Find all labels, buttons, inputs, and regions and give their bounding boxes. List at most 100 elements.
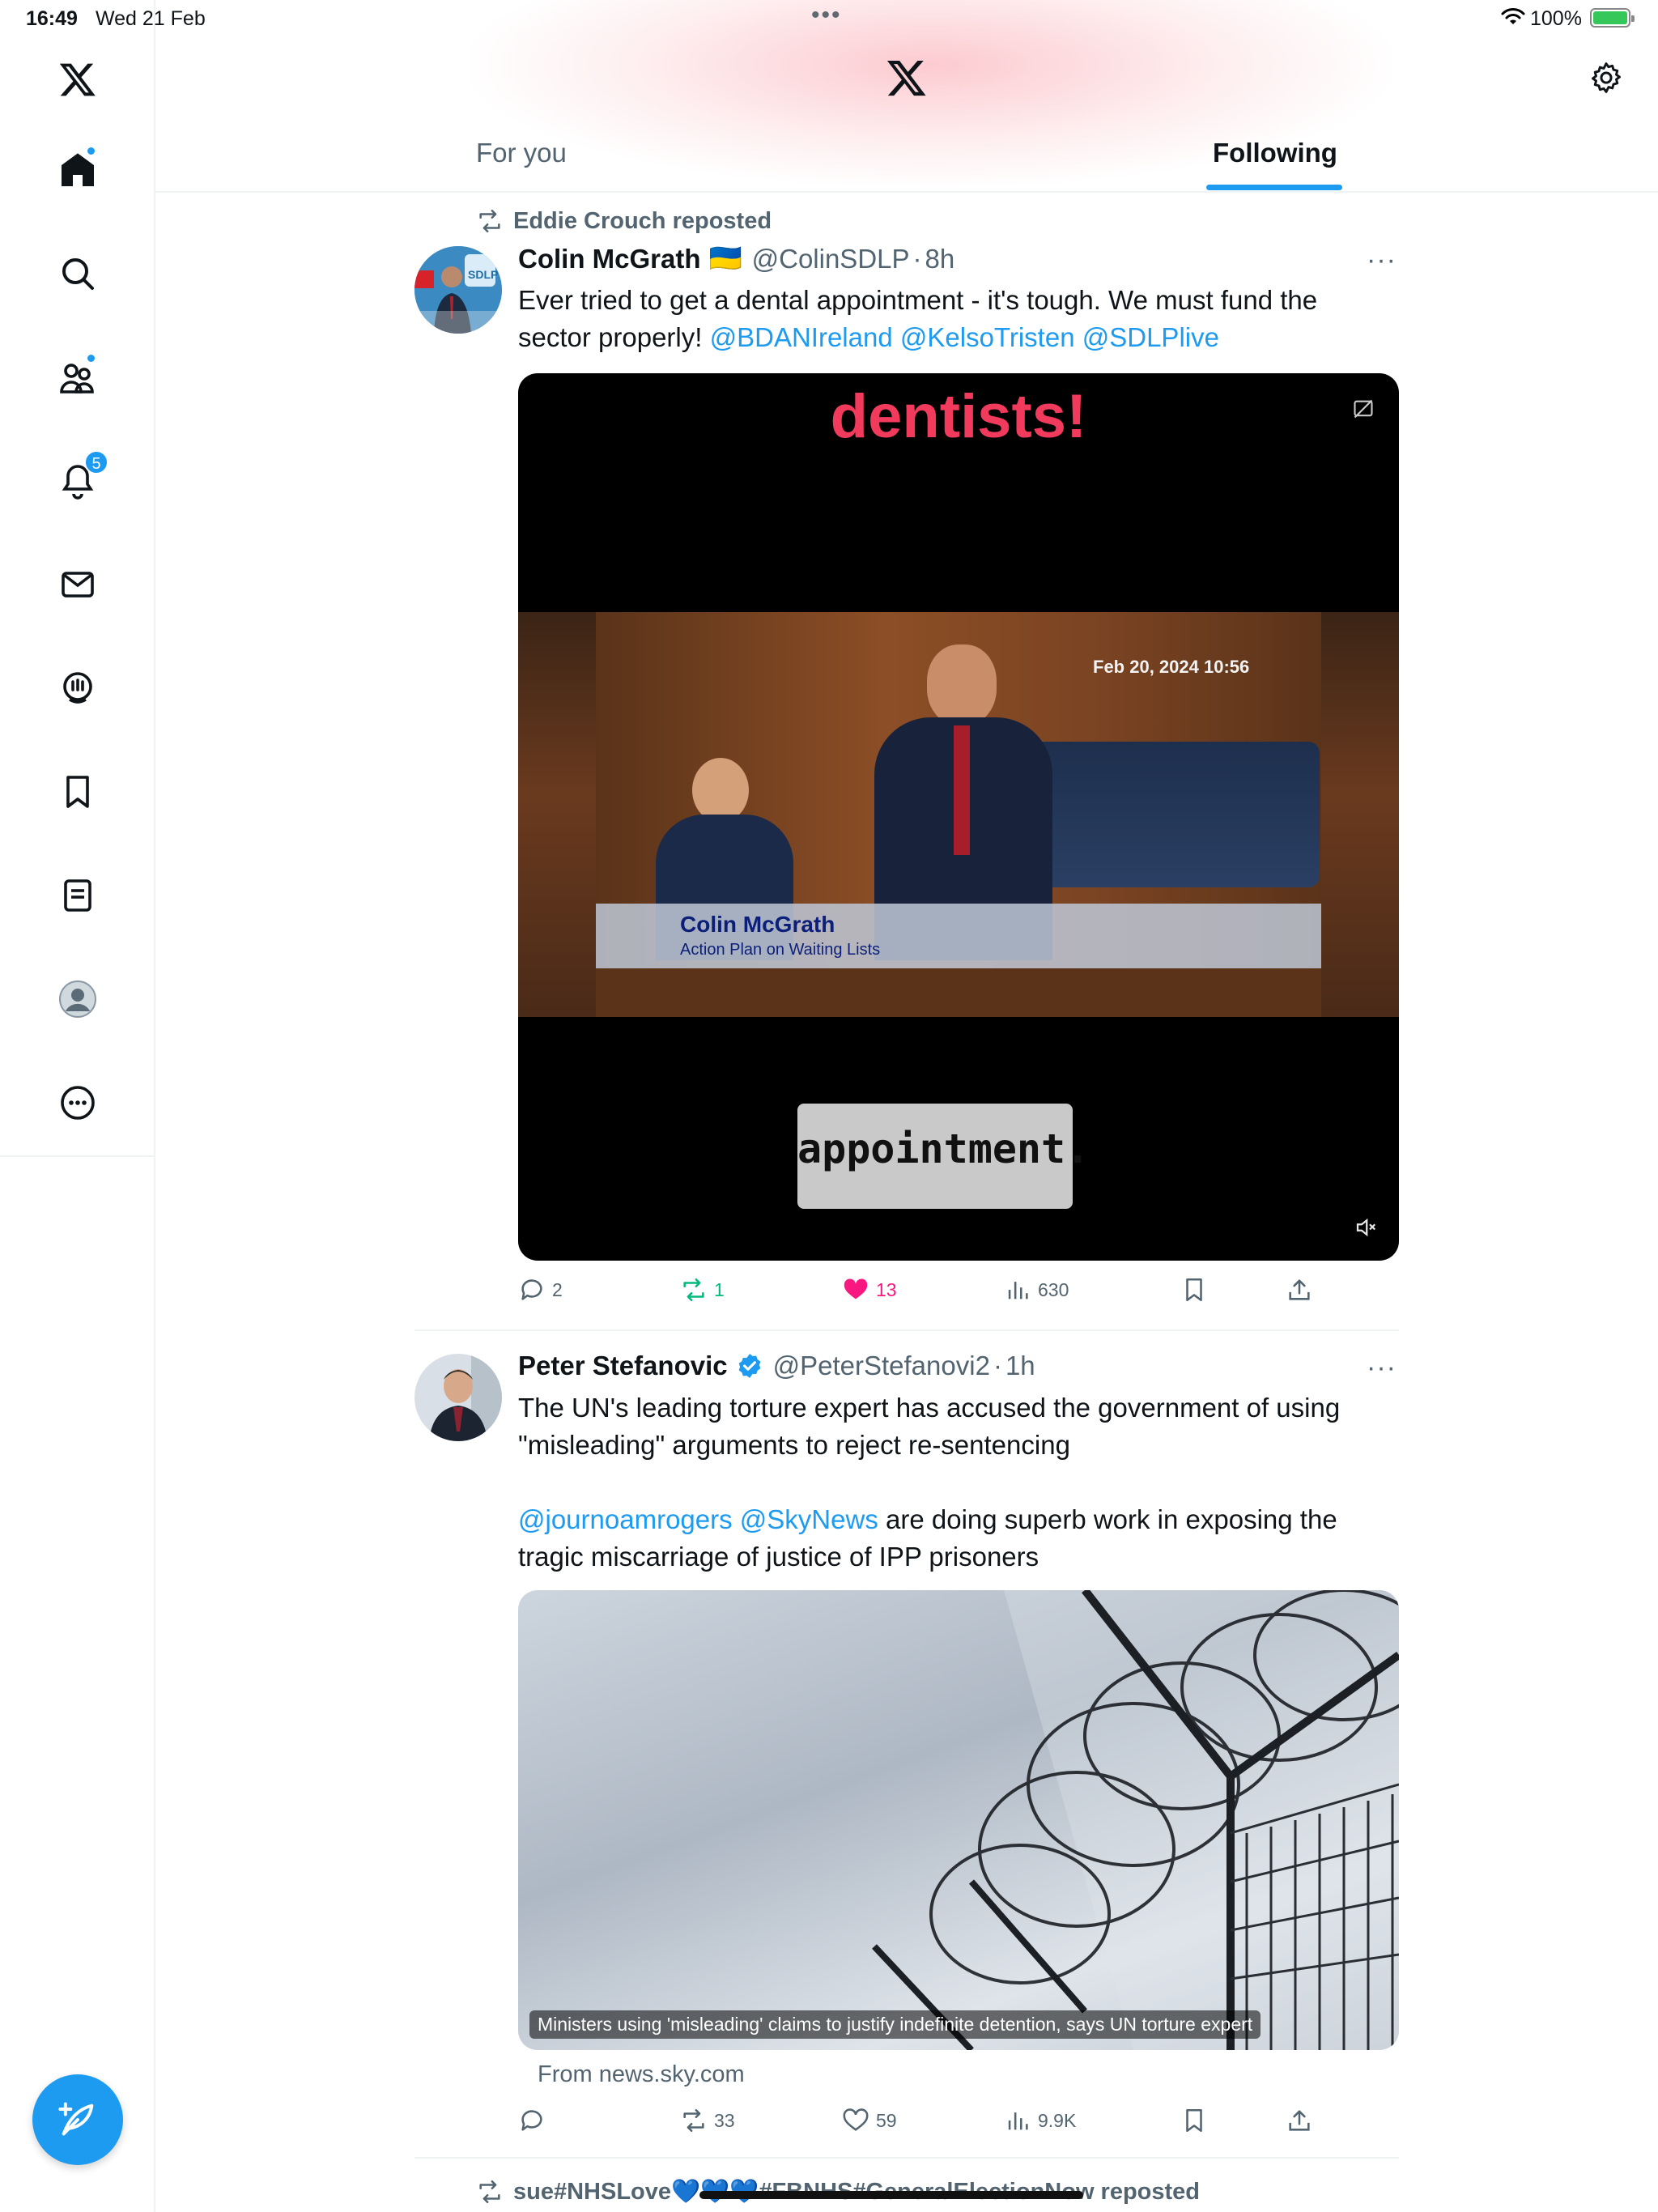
speaker-tie xyxy=(954,725,970,855)
share-button[interactable] xyxy=(1286,1276,1313,1304)
more-options-icon[interactable]: ··· xyxy=(1367,1354,1399,1381)
sidebar-item-notifications[interactable]: 5 xyxy=(53,450,108,505)
sidebar-item-communities[interactable] xyxy=(53,353,102,402)
tweet-text-line: The UN's leading torture expert has accu… xyxy=(518,1393,1341,1423)
home-indicator[interactable] xyxy=(699,2191,1083,2199)
tweet-text-fragment: are doing superb work in exposing the xyxy=(878,1504,1337,1534)
home-icon xyxy=(62,153,94,186)
sidebar: 5 xyxy=(0,0,155,2212)
repost-count: 1 xyxy=(714,1278,725,1300)
tweet-text: The UN's leading torture expert has accu… xyxy=(518,1389,1399,1576)
share-button[interactable] xyxy=(1286,2107,1313,2134)
video-frame: Feb 20, 2024 10:56 Colin McGrath Action … xyxy=(518,612,1399,1017)
x-logo-icon[interactable] xyxy=(53,55,102,104)
home-unread-dot xyxy=(86,146,96,156)
communities-unread-dot xyxy=(86,353,96,364)
like-button[interactable]: 59 xyxy=(842,2107,897,2134)
views-count: 9.9K xyxy=(1038,2109,1077,2131)
avatar[interactable] xyxy=(414,1354,502,1441)
author-name[interactable]: Colin McGrath xyxy=(518,244,701,274)
repost-icon xyxy=(479,2180,500,2204)
desk-front xyxy=(596,968,1321,1017)
tweet[interactable]: Peter Stefanovic @PeterStefanovi2 · 1h ·… xyxy=(414,1341,1399,2150)
link-source[interactable]: From news.sky.com xyxy=(538,2061,745,2088)
status-bar: 16:49 Wed 21 Feb ••• 100% xyxy=(0,0,1658,36)
reply-button[interactable] xyxy=(518,2107,552,2134)
x-logo-icon[interactable] xyxy=(886,57,928,99)
tweet-header: Colin McGrath 🇺🇦 @ColinSDLP · 8h xyxy=(518,243,954,274)
tweet-text-line: @journoamrogers @SkyNews are doing super… xyxy=(518,1501,1399,1538)
gear-icon[interactable] xyxy=(1588,60,1624,96)
repost-context-text: Eddie Crouch reposted xyxy=(513,207,772,234)
mention-link[interactable]: @KelsoTristen xyxy=(900,322,1075,352)
tweet-time[interactable]: 1h xyxy=(1005,1351,1035,1381)
sidebar-item-explore[interactable] xyxy=(53,249,102,298)
views-count: 630 xyxy=(1038,1278,1069,1300)
like-count: 13 xyxy=(876,1278,897,1300)
lower-third-subtitle: Action Plan on Waiting Lists xyxy=(680,941,881,959)
mention-link[interactable]: @BDANIreland xyxy=(710,322,893,352)
status-time: 16:49 xyxy=(26,7,78,30)
avatar-icon xyxy=(59,981,96,1018)
tweet-text-line: "misleading" arguments to reject re-sent… xyxy=(518,1430,1070,1460)
tweet-divider xyxy=(414,1329,1399,1331)
timeline-tabs: For you Following xyxy=(155,130,1658,193)
repost-context[interactable]: Eddie Crouch reposted xyxy=(476,207,772,235)
communities-icon xyxy=(60,364,94,393)
sidebar-item-messages[interactable] xyxy=(53,560,102,609)
like-count: 59 xyxy=(876,2109,897,2131)
tweet[interactable]: Eddie Crouch reposted SDLP Colin McGrath… xyxy=(414,207,1399,1325)
author-handle[interactable]: @ColinSDLP xyxy=(752,244,910,274)
video-player[interactable]: dentists! Feb 20, 2024 10:56 Colin McGra… xyxy=(518,373,1399,1261)
compose-button[interactable] xyxy=(32,2074,123,2165)
search-icon xyxy=(62,258,94,290)
battery-percent: 100% xyxy=(1530,7,1582,30)
repost-button[interactable]: 1 xyxy=(680,1276,725,1304)
tweet-time[interactable]: 8h xyxy=(925,244,955,274)
ukraine-flag-emoji: 🇺🇦 xyxy=(708,243,742,273)
author-name[interactable]: Peter Stefanovic xyxy=(518,1351,728,1381)
person-head xyxy=(692,758,749,823)
views-chart-icon xyxy=(1008,1282,1028,1300)
tab-following[interactable]: Following xyxy=(1213,138,1337,168)
link-card-image[interactable]: Ministers using 'misleading' claims to j… xyxy=(518,1590,1399,2050)
bookmark-button[interactable] xyxy=(1180,1276,1208,1304)
sidebar-item-home[interactable] xyxy=(53,146,102,194)
list-icon xyxy=(64,879,91,912)
tweet-text: Ever tried to get a dental appointment -… xyxy=(518,282,1399,356)
like-button[interactable]: 13 xyxy=(842,1276,897,1304)
tweet-text-line: tragic miscarriage of justice of IPP pri… xyxy=(518,1542,1039,1572)
views-button[interactable]: 630 xyxy=(1004,1276,1069,1304)
sidebar-item-lists[interactable] xyxy=(53,871,102,920)
author-handle[interactable]: @PeterStefanovi2 xyxy=(773,1351,990,1381)
video-caption-bottom: appointment. xyxy=(797,1104,1090,1209)
repost-button[interactable]: 33 xyxy=(680,2107,735,2134)
sidebar-divider xyxy=(0,1155,155,1157)
multitasking-dots-icon[interactable]: ••• xyxy=(811,2,842,29)
avatar[interactable]: SDLP xyxy=(414,246,502,334)
sidebar-item-profile[interactable] xyxy=(53,975,102,1023)
reply-button[interactable]: 2 xyxy=(518,1276,563,1304)
spaces-icon xyxy=(63,672,92,704)
repost-count: 33 xyxy=(714,2109,735,2131)
video-timestamp: Feb 20, 2024 10:56 xyxy=(1093,657,1250,677)
more-options-icon[interactable]: ··· xyxy=(1367,246,1399,274)
sidebar-item-spaces[interactable] xyxy=(53,664,102,713)
profile-photo: SDLP xyxy=(414,246,502,334)
views-button[interactable]: 9.9K xyxy=(1004,2107,1076,2134)
lower-third-name: Colin McGrath xyxy=(680,912,835,937)
link-card-caption: Ministers using 'misleading' claims to j… xyxy=(529,2010,1261,2039)
wifi-icon xyxy=(1501,8,1525,24)
video-sensitive-icon[interactable] xyxy=(1352,398,1375,420)
tweet-text-line: sector properly! @BDANIreland @KelsoTris… xyxy=(518,319,1399,356)
sidebar-item-bookmarks[interactable] xyxy=(53,768,102,816)
bookmark-button[interactable] xyxy=(1180,2107,1208,2134)
sidebar-item-more[interactable] xyxy=(53,1078,102,1127)
reply-count: 2 xyxy=(552,1278,563,1300)
tab-for-you[interactable]: For you xyxy=(476,138,567,168)
mention-link[interactable]: @journoamrogers xyxy=(518,1504,733,1534)
mention-link[interactable]: @SDLPlive xyxy=(1082,322,1219,352)
mention-link[interactable]: @SkyNews xyxy=(740,1504,878,1534)
mute-icon[interactable] xyxy=(1354,1215,1378,1240)
